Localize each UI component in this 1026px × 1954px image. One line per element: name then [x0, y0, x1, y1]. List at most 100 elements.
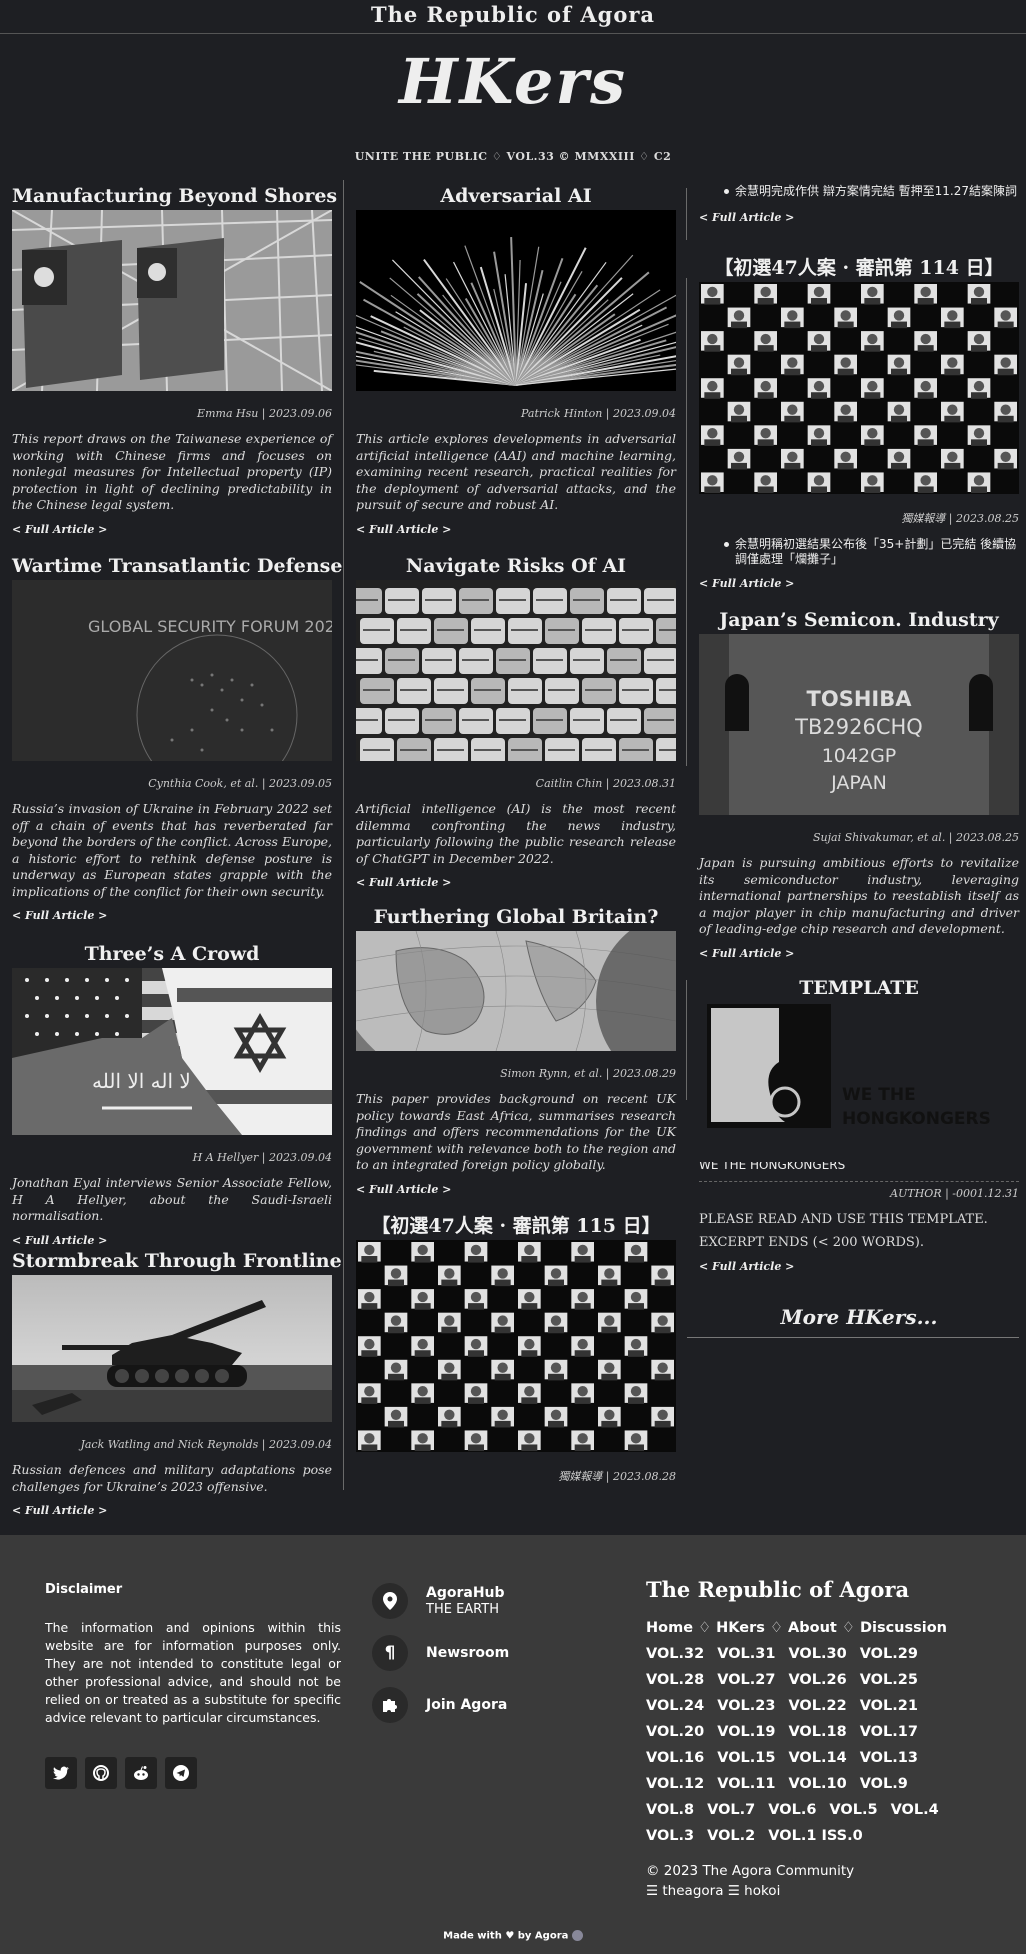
made-with-line: Made with ♥ by Agora [0, 1930, 1026, 1954]
news-bullet-card: 余慧明完成作供 辯方案情完結 暫押至11.27結案陳詞 < Full Artic… [699, 184, 1019, 224]
article-image-we-the-hongkongers[interactable]: WE THE HONGKONGERS [699, 1002, 1019, 1162]
article-image-toshiba-chip[interactable]: TOSHIBA TB2926CHQ 1042GP JAPAN [699, 634, 1019, 815]
site-title[interactable]: The Republic of Agora [371, 2, 655, 27]
volume-link[interactable]: VOL.26 [788, 1667, 846, 1693]
article-image-globe[interactable] [356, 931, 676, 1051]
volume-link[interactable]: VOL.22 [788, 1693, 846, 1719]
volume-link[interactable]: VOL.24 [646, 1693, 704, 1719]
full-article-link[interactable]: < Full Article > [699, 211, 1019, 224]
article-image-adversarial-ai[interactable] [356, 210, 676, 391]
full-article-link[interactable]: < Full Article > [356, 523, 676, 536]
volume-link[interactable]: VOL.5 [829, 1797, 877, 1823]
volume-link[interactable]: VOL.23 [717, 1693, 775, 1719]
full-article-link[interactable]: < Full Article > [699, 1260, 1019, 1273]
github-icon[interactable] [85, 1757, 117, 1789]
article-title[interactable]: Furthering Global Britain? [356, 903, 676, 931]
volume-link[interactable]: VOL.4 [891, 1797, 939, 1823]
volume-link[interactable]: VOL.10 [788, 1771, 846, 1797]
chip-label: JAPAN [830, 772, 887, 794]
volume-link[interactable]: VOL.18 [788, 1719, 846, 1745]
article-card: Stormbreak Through Frontline Jack Watlin… [12, 1247, 342, 1517]
volume-link[interactable]: VOL.15 [717, 1745, 775, 1771]
divider [699, 1181, 1019, 1182]
telegram-icon[interactable] [165, 1757, 197, 1789]
twitter-icon[interactable] [45, 1757, 77, 1789]
volume-link[interactable]: VOL.28 [646, 1667, 704, 1693]
volume-link[interactable]: VOL.6 [768, 1797, 816, 1823]
full-article-link[interactable]: < Full Article > [699, 947, 1019, 960]
full-article-link[interactable]: < Full Article > [12, 1234, 332, 1247]
chip-label: 1042GP [822, 745, 897, 767]
volume-link[interactable]: VOL.20 [646, 1719, 704, 1745]
volume-link[interactable]: VOL.8 [646, 1797, 694, 1823]
article-image-trial-portraits[interactable] [699, 282, 1019, 494]
volume-link[interactable]: VOL.31 [717, 1641, 775, 1667]
article-image-tank[interactable] [12, 1275, 332, 1422]
article-card: 【初選47人案 · 審訊第 114 日】 獨媒報導 | 2023.08.25 余… [699, 254, 1019, 590]
volume-link[interactable]: VOL.2 [707, 1823, 755, 1849]
full-article-link[interactable]: < Full Article > [12, 523, 332, 536]
volume-link[interactable]: VOL.3 [646, 1823, 694, 1849]
nav-discussion[interactable]: Discussion [860, 1620, 947, 1636]
full-article-link[interactable]: < Full Article > [12, 909, 332, 922]
volume-link[interactable]: VOL.19 [717, 1719, 775, 1745]
agorahub-row[interactable]: AgoraHub THE EARTH [372, 1583, 592, 1619]
full-article-link[interactable]: < Full Article > [12, 1504, 332, 1517]
article-card: Wartime Transatlantic Defense GLOBAL SEC… [12, 552, 342, 922]
article-title[interactable]: 【初選47人案 · 審訊第 114 日】 [699, 254, 1019, 282]
article-image-security-forum[interactable]: GLOBAL SECURITY FORUM 2023 [12, 580, 332, 761]
newsroom-row[interactable]: ¶ Newsroom [372, 1635, 592, 1671]
article-title[interactable]: Manufacturing Beyond Shores [12, 182, 337, 210]
nav-hkers[interactable]: HKers [716, 1620, 765, 1636]
article-title[interactable]: 【初選47人案 · 審訊第 115 日】 [356, 1212, 676, 1240]
volume-link[interactable]: VOL.12 [646, 1771, 704, 1797]
more-hkers-link[interactable]: More HKers... [699, 1304, 1019, 1330]
copyright: © 2023 The Agora Community [646, 1863, 855, 1879]
masthead-title[interactable]: HKers [0, 34, 1026, 129]
article-image-taiwan-flags[interactable] [12, 210, 332, 391]
pilcrow-icon: ¶ [372, 1635, 408, 1671]
volume-link[interactable]: VOL.1 ISS.0 [768, 1823, 862, 1849]
nav-home[interactable]: Home [646, 1620, 693, 1636]
article-image-newspapers[interactable] [356, 580, 676, 761]
article-title[interactable]: Wartime Transatlantic Defense [12, 552, 342, 580]
volume-link[interactable]: VOL.11 [717, 1771, 775, 1797]
volume-link[interactable]: VOL.30 [788, 1641, 846, 1667]
chip-label: TB2926CHQ [794, 715, 923, 739]
volume-link[interactable]: VOL.16 [646, 1745, 704, 1771]
image-text: WE THE [842, 1085, 916, 1105]
article-abstract: Japan is pursuing ambitious efforts to r… [699, 855, 1019, 936]
volume-link[interactable]: VOL.13 [860, 1745, 918, 1771]
volume-link[interactable]: VOL.9 [860, 1771, 908, 1797]
article-title[interactable]: Stormbreak Through Frontline [12, 1247, 342, 1275]
footer-brand: The Republic of Agora [646, 1577, 910, 1602]
volume-link[interactable]: VOL.7 [707, 1797, 755, 1823]
article-image-trial-portraits[interactable] [356, 1240, 676, 1452]
article-title[interactable]: Navigate Risks Of AI [356, 552, 676, 580]
article-abstract: Jonathan Eyal interviews Senior Associat… [12, 1175, 332, 1223]
volume-link[interactable]: VOL.14 [788, 1745, 846, 1771]
article-title[interactable]: Adversarial AI [356, 182, 676, 210]
full-article-link[interactable]: < Full Article > [699, 577, 1019, 590]
volume-link[interactable]: VOL.25 [860, 1667, 918, 1693]
volume-link[interactable]: VOL.27 [717, 1667, 775, 1693]
volume-link[interactable]: VOL.29 [860, 1641, 918, 1667]
full-article-link[interactable]: < Full Article > [356, 1183, 676, 1196]
join-agora-row[interactable]: Join Agora [372, 1687, 592, 1723]
article-image-us-saudi-israel-flags[interactable]: ﻻ اله الا الله [12, 968, 332, 1135]
divider [687, 1337, 1019, 1338]
article-title[interactable]: Japan’s Semicon. Industry [699, 606, 1019, 634]
template-card: TEMPLATE WE THE HONGKONGERS WE THE HONGK… [699, 974, 1019, 1273]
footer-links[interactable]: ☰ theagora ☰ hokoi [646, 1881, 976, 1901]
contact-section: AgoraHub THE EARTH ¶ Newsroom Join Agora [372, 1583, 592, 1739]
full-article-link[interactable]: < Full Article > [356, 876, 676, 889]
volume-link[interactable]: VOL.32 [646, 1641, 704, 1667]
volume-link[interactable]: VOL.21 [860, 1693, 918, 1719]
volume-link[interactable]: VOL.17 [860, 1719, 918, 1745]
nav-about[interactable]: About [788, 1620, 837, 1636]
article-title[interactable]: Three’s A Crowd [12, 940, 332, 968]
reddit-icon[interactable] [125, 1757, 157, 1789]
article-title[interactable]: TEMPLATE [699, 974, 1019, 1002]
made-with-text: by Agora [517, 1930, 569, 1942]
article-byline: Cynthia Cook, et al. | 2023.09.05 [148, 777, 332, 790]
